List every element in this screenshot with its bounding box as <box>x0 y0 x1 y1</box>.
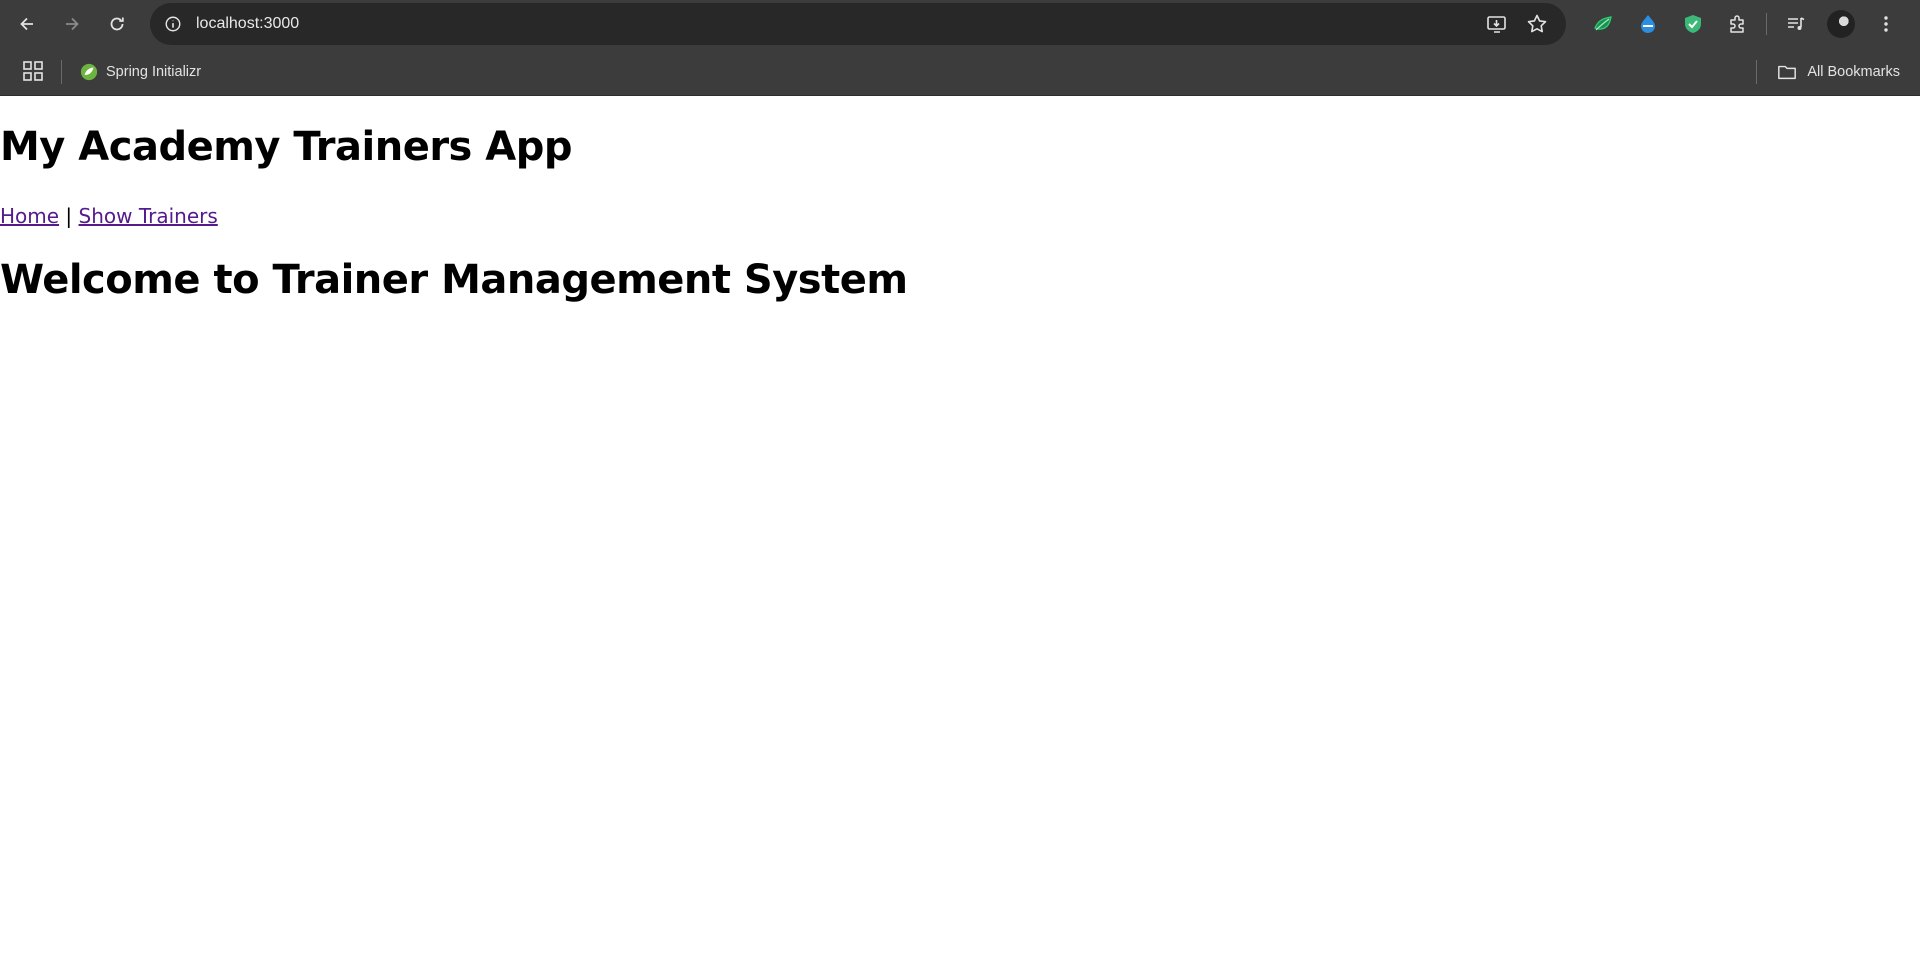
welcome-heading: Welcome to Trainer Management System <box>0 257 908 303</box>
leaf-extension-icon <box>1593 16 1612 31</box>
forward-button[interactable] <box>54 6 90 42</box>
apps-grid-icon[interactable] <box>22 60 44 82</box>
install-app-button[interactable] <box>1480 7 1514 41</box>
leaf-extension-button[interactable] <box>1580 4 1625 44</box>
profile-button[interactable] <box>1818 4 1863 44</box>
install-app-icon <box>1487 16 1506 33</box>
bookmarks-divider <box>61 60 62 84</box>
site-info-button[interactable] <box>158 9 188 39</box>
bookmark-spring-initializr[interactable]: Spring Initializr <box>80 57 201 87</box>
kebab-menu-icon <box>1883 16 1888 32</box>
bookmark-star-button[interactable] <box>1520 7 1554 41</box>
page-nav: Home | Show Trainers <box>0 204 218 228</box>
spring-leaf-icon <box>80 63 98 81</box>
star-icon <box>1527 14 1547 33</box>
toolbar-divider <box>1766 13 1767 35</box>
info-icon <box>165 16 181 32</box>
puzzle-icon <box>1729 15 1744 33</box>
blue-extension-button[interactable] <box>1625 4 1670 44</box>
forward-arrow-icon <box>66 17 79 31</box>
show-trainers-link[interactable]: Show Trainers <box>79 204 218 228</box>
shield-extension-icon <box>1684 15 1701 33</box>
bookmarks-divider-right <box>1756 60 1757 84</box>
all-bookmarks-button[interactable]: All Bookmarks <box>1777 57 1900 87</box>
nav-separator: | <box>65 204 73 228</box>
reload-button[interactable] <box>99 6 135 42</box>
media-queue-icon <box>1787 17 1804 30</box>
home-link[interactable]: Home <box>0 204 59 228</box>
blue-extension-icon <box>1640 15 1655 33</box>
media-queue-button[interactable] <box>1773 4 1818 44</box>
back-button[interactable] <box>9 6 45 42</box>
avatar <box>1826 10 1855 38</box>
folder-icon <box>1778 65 1797 80</box>
url-text[interactable]: localhost:3000 <box>196 15 299 33</box>
app-title: My Academy Trainers App <box>0 124 573 170</box>
shield-extension-button[interactable] <box>1670 4 1715 44</box>
back-arrow-icon <box>20 17 33 31</box>
all-bookmarks-label: All Bookmarks <box>1807 64 1900 80</box>
address-bar[interactable]: localhost:3000 <box>150 3 1566 45</box>
browser-menu-button[interactable] <box>1863 4 1908 44</box>
browser-toolbar: localhost:3000 <box>0 0 1920 48</box>
extensions-button[interactable] <box>1715 4 1760 44</box>
bookmark-label: Spring Initializr <box>106 64 202 80</box>
reload-icon <box>110 17 124 31</box>
bookmarks-bar: Spring Initializr All Bookmarks <box>0 48 1920 96</box>
extensions-area <box>1580 4 1908 44</box>
